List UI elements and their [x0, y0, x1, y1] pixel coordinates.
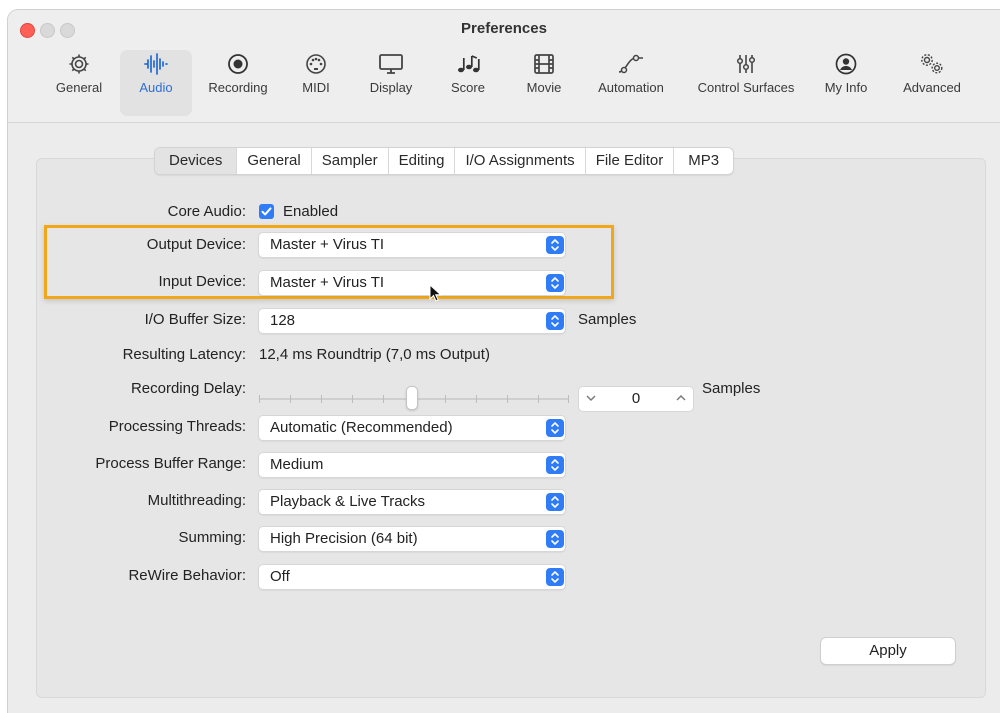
io-buffer-unit: Samples [578, 311, 637, 328]
apply-button[interactable]: Apply [820, 637, 956, 665]
user-circle-icon [835, 53, 857, 75]
multithreading-label: Multithreading: [147, 492, 246, 509]
monitor-icon [379, 54, 403, 74]
film-icon [534, 54, 554, 74]
tab-bar: Devices General Sampler Editing I/O Assi… [154, 147, 735, 175]
record-icon [228, 54, 248, 74]
toolbar-control-surfaces[interactable]: Control Surfaces [684, 50, 808, 116]
toolbar-display[interactable]: Display [358, 50, 424, 116]
output-device-popup[interactable]: Master + Virus TI [258, 232, 566, 258]
chevron-updown-icon [546, 568, 564, 586]
toolbar-label: Advanced [903, 80, 961, 95]
recording-delay-stepper[interactable]: 0 [578, 386, 694, 412]
input-device-popup[interactable]: Master + Virus TI [258, 270, 566, 296]
processing-threads-popup[interactable]: Automatic (Recommended) [258, 415, 566, 441]
resulting-latency-label: Resulting Latency: [122, 346, 246, 363]
toolbar-audio[interactable]: Audio [120, 50, 192, 116]
toolbar-label: Recording [208, 80, 268, 95]
output-device-label: Output Device: [146, 236, 246, 253]
toolbar-my-info[interactable]: My Info [816, 50, 876, 116]
chevron-updown-icon [546, 493, 564, 511]
checkmark-icon [261, 207, 272, 216]
tab-sampler[interactable]: Sampler [312, 148, 389, 174]
processing-threads-label: Processing Threads: [108, 418, 246, 435]
io-buffer-size-value: 128 [270, 312, 296, 329]
recording-delay-unit: Samples [702, 380, 761, 397]
rewire-behavior-value: Off [270, 568, 290, 585]
process-buffer-range-popup[interactable]: Medium [258, 452, 566, 478]
recording-delay-label: Recording Delay: [130, 380, 246, 397]
core-audio-checkbox[interactable] [259, 204, 274, 219]
multithreading-value: Playback & Live Tracks [270, 493, 426, 510]
waveform-icon [144, 53, 168, 75]
title-toolbar: Preferences General Audio Recording MIDI… [8, 10, 1000, 123]
toolbar-recording[interactable]: Recording [196, 50, 280, 116]
process-buffer-range-value: Medium [270, 456, 324, 473]
toolbar-advanced[interactable]: Advanced [892, 50, 972, 116]
toolbar-label: MIDI [302, 80, 330, 95]
chevron-updown-icon [546, 236, 564, 254]
input-device-value: Master + Virus TI [270, 274, 385, 291]
tab-general[interactable]: General [237, 148, 312, 174]
tab-devices[interactable]: Devices [155, 148, 238, 174]
chevron-up-icon[interactable] [675, 392, 687, 404]
window-title: Preferences [461, 20, 547, 37]
summing-popup[interactable]: High Precision (64 bit) [258, 526, 566, 552]
midi-port-icon [306, 54, 326, 74]
toolbar-label: Audio [139, 80, 173, 95]
toolbar-label: Display [369, 80, 413, 95]
faders-icon [736, 55, 756, 73]
slider-knob[interactable] [406, 386, 418, 410]
rewire-behavior-label: ReWire Behavior: [128, 567, 246, 584]
preferences-window: Preferences General Audio Recording MIDI… [8, 10, 1000, 713]
multithreading-popup[interactable]: Playback & Live Tracks [258, 489, 566, 515]
gear-icon [69, 54, 89, 74]
toolbar-label: General [55, 80, 103, 95]
mouse-cursor-icon [429, 284, 442, 302]
toolbar-label: Control Surfaces [697, 80, 795, 95]
automation-curve-icon [618, 54, 643, 74]
core-audio-label: Core Audio: [167, 203, 246, 220]
tab-io-assignments[interactable]: I/O Assignments [455, 148, 586, 174]
core-audio-enabled-label: Enabled [283, 203, 339, 220]
chevron-updown-icon [546, 530, 564, 548]
toolbar-label: Score [451, 80, 485, 95]
resulting-latency-value: 12,4 ms Roundtrip (7,0 ms Output) [259, 346, 490, 363]
rewire-behavior-popup[interactable]: Off [258, 564, 566, 590]
io-buffer-size-popup[interactable]: 128 [258, 308, 566, 334]
io-buffer-size-label: I/O Buffer Size: [144, 311, 246, 328]
output-device-value: Master + Virus TI [270, 236, 385, 253]
toolbar-movie[interactable]: Movie [518, 50, 570, 116]
process-buffer-range-label: Process Buffer Range: [95, 455, 246, 472]
tab-editing[interactable]: Editing [389, 148, 456, 174]
toolbar-midi[interactable]: MIDI [290, 50, 342, 116]
input-device-label: Input Device: [158, 273, 246, 290]
toolbar-label: My Info [824, 80, 868, 95]
toolbar-automation[interactable]: Automation [586, 50, 676, 116]
toolbar-label: Movie [526, 80, 562, 95]
processing-threads-value: Automatic (Recommended) [270, 419, 453, 436]
gears-icon [921, 54, 943, 74]
tab-file-editor[interactable]: File Editor [586, 148, 675, 174]
tab-mp3[interactable]: MP3 [674, 148, 733, 174]
toolbar-general[interactable]: General [46, 50, 112, 116]
summing-label: Summing: [178, 529, 246, 546]
summing-value: High Precision (64 bit) [270, 530, 418, 547]
chevron-updown-icon [546, 274, 564, 292]
chevron-updown-icon [546, 419, 564, 437]
toolbar-label: Automation [598, 80, 664, 95]
music-notes-icon [458, 55, 480, 73]
chevron-updown-icon [546, 456, 564, 474]
toolbar-score[interactable]: Score [442, 50, 494, 116]
chevron-updown-icon [546, 312, 564, 330]
